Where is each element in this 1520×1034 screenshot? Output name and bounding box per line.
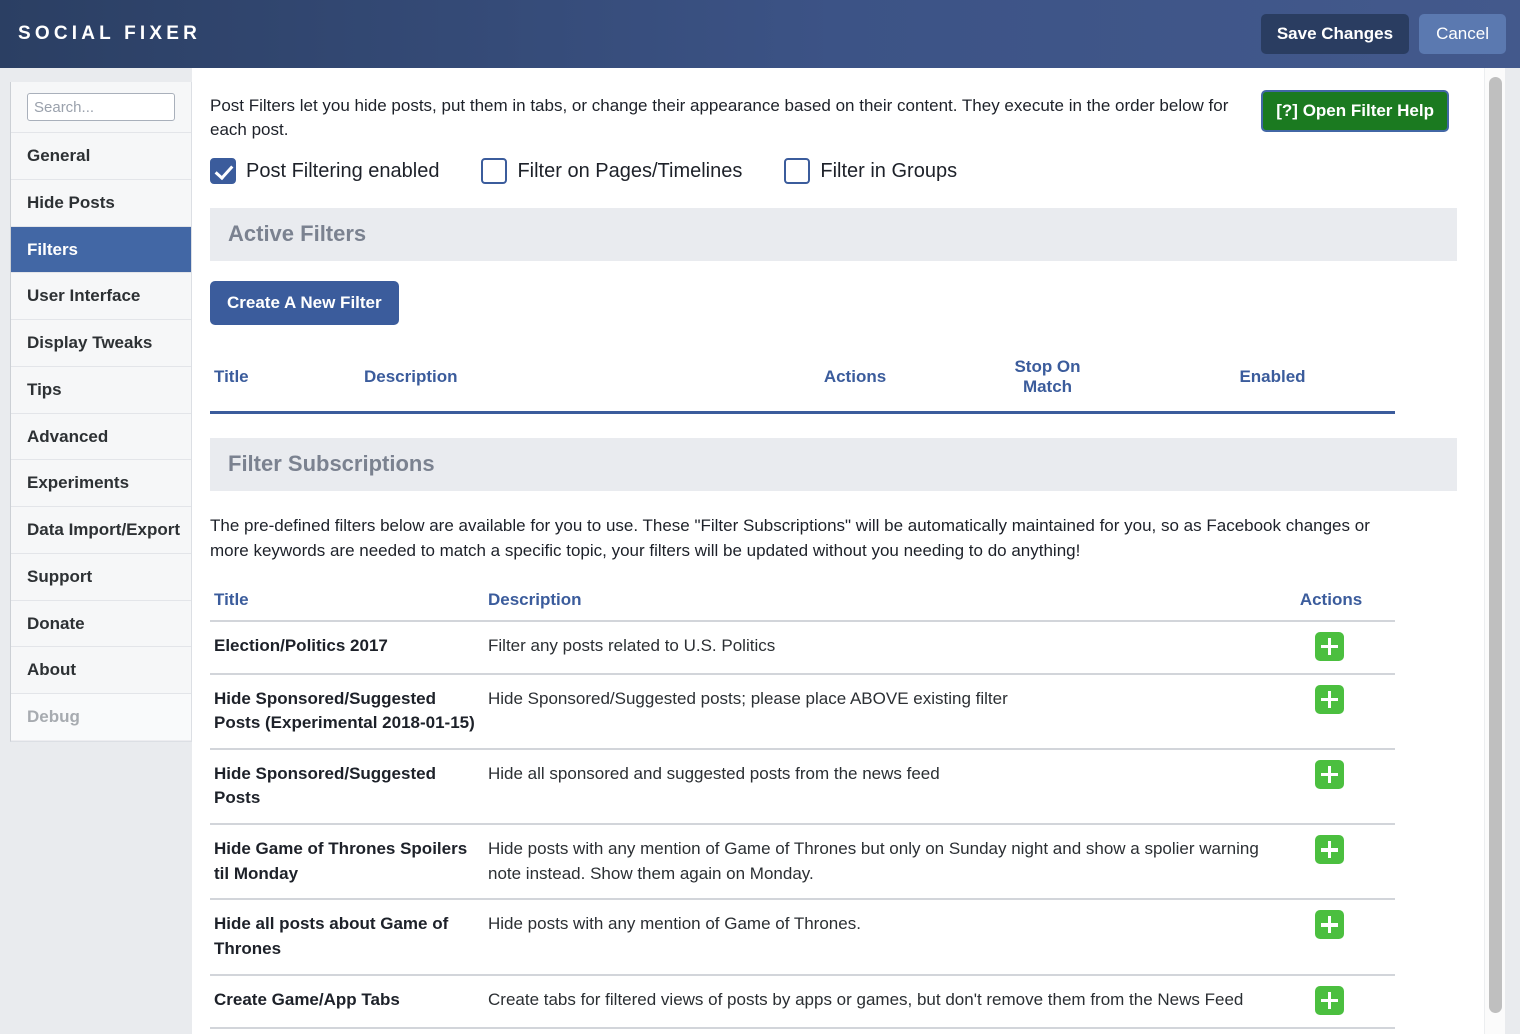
sidebar-item-experiments[interactable]: Experiments <box>11 460 191 507</box>
subscription-actions-cell <box>1267 899 1395 976</box>
subscription-title: Hide Sponsored/Suggested Posts (Experime… <box>210 673 484 750</box>
checkbox-label: Filter on Pages/Timelines <box>517 159 743 182</box>
subscription-description: Create tabs for filtered views of posts … <box>484 1027 1267 1034</box>
header-actions: Save Changes Cancel <box>1260 14 1506 54</box>
table-row: Election/Politics 2017 Filter any posts r… <box>210 620 1395 675</box>
subscription-actions-cell <box>1267 974 1395 1029</box>
col-stop-on-match[interactable]: Stop On Match <box>945 351 1150 415</box>
table-row: Hide all posts about Game of Thrones Hide… <box>210 899 1395 976</box>
subscription-description: Create tabs for filtered views of posts … <box>484 974 1267 1029</box>
add-filter-plus-icon[interactable] <box>1314 835 1344 865</box>
add-filter-plus-icon[interactable] <box>1314 910 1344 940</box>
subscription-description: Hide posts with any mention of Game of T… <box>484 824 1267 901</box>
subscription-title: Hide Sponsored/Suggested Posts <box>210 748 484 826</box>
checkbox-post-filtering-enabled[interactable]: Post Filtering enabled <box>210 158 440 185</box>
filter-subscriptions-table: Title Description Actions Election/Polit… <box>210 589 1395 1034</box>
checkbox-label: Post Filtering enabled <box>246 159 440 182</box>
add-filter-plus-icon[interactable] <box>1314 684 1344 714</box>
sidebar-item-about[interactable]: About <box>11 647 191 694</box>
open-filter-help-button[interactable]: [?] Open Filter Help <box>1261 90 1449 132</box>
col-actions[interactable]: Actions <box>765 351 945 415</box>
subscription-actions-cell <box>1267 748 1395 826</box>
col-title[interactable]: Title <box>210 351 360 415</box>
col-description[interactable]: Description <box>360 351 765 415</box>
table-row: Create Author TabsCreate tabs for filter… <box>210 1027 1395 1034</box>
sidebar-item-donate[interactable]: Donate <box>11 600 191 648</box>
subscriptions-header-row: Title Description Actions <box>210 589 1395 622</box>
active-filters-table: Title Description Actions Stop On Match E… <box>210 351 1395 415</box>
subscription-title: Election/Politics 2017 <box>210 620 484 675</box>
sidebar-item-support[interactable]: Support <box>11 553 191 601</box>
vertical-scrollbar[interactable] <box>1484 68 1505 1034</box>
main-content: Post Filters let you hide posts, put the… <box>192 68 1475 1034</box>
subscription-description: Hide Sponsored/Suggested posts; please p… <box>484 673 1267 750</box>
subscription-title: Hide all posts about Game of Thrones <box>210 899 484 976</box>
table-row: Hide Sponsored/Suggested Posts (Experime… <box>210 673 1395 750</box>
filter-subscriptions-heading: Filter Subscriptions <box>210 438 1457 492</box>
sidebar-item-advanced[interactable]: Advanced <box>11 413 191 461</box>
active-filters-header-row: Title Description Actions Stop On Match E… <box>210 351 1395 415</box>
checkbox-filter-on-pages-timelines[interactable]: Filter on Pages/Timelines <box>481 158 743 185</box>
checkbox-checked-icon[interactable] <box>210 158 236 185</box>
subs-col-title[interactable]: Title <box>210 589 484 622</box>
sidebar-item-list: General Hide Posts Filters User Interface Di… <box>11 133 191 741</box>
table-row: Hide Sponsored/Suggested Posts Hide all s… <box>210 748 1395 826</box>
table-row: Hide Game of Thrones Spoilers til Monday… <box>210 824 1395 901</box>
subscription-actions-cell <box>1267 824 1395 901</box>
subscription-actions-cell <box>1267 673 1395 750</box>
subscription-actions-cell <box>1267 620 1395 675</box>
filter-subscriptions-description: The pre-defined filters below are availa… <box>210 516 1370 561</box>
subscription-title: Create Game/App Tabs <box>210 974 484 1029</box>
subs-col-actions[interactable]: Actions <box>1267 589 1395 622</box>
cancel-button[interactable]: Cancel <box>1419 14 1506 54</box>
subscription-title: Hide Game of Thrones Spoilers til Monday <box>210 824 484 901</box>
filter-toggles-row: Post Filtering enabled Filter on Pages/Ti… <box>192 142 1475 185</box>
app-brand-title: SOCIAL FIXER <box>18 23 202 44</box>
create-new-filter-button[interactable]: Create A New Filter <box>210 281 399 326</box>
checkbox-filter-in-groups[interactable]: Filter in Groups <box>784 158 958 185</box>
sidebar-item-filters[interactable]: Filters <box>11 226 191 274</box>
sidebar-item-display-tweaks[interactable]: Display Tweaks <box>11 320 191 367</box>
subscriptions-body: Election/Politics 2017 Filter any posts r… <box>210 620 1395 1034</box>
search-input[interactable] <box>27 93 175 121</box>
intro-description: Post Filters let you hide posts, put the… <box>210 96 1229 140</box>
sidebar-search-cell <box>11 82 191 133</box>
checkbox-unchecked-icon[interactable] <box>784 158 811 185</box>
subscription-description: Hide posts with any mention of Game of T… <box>484 899 1267 976</box>
sidebar-item-hide-posts[interactable]: Hide Posts <box>11 179 191 227</box>
subscription-description: Hide all sponsored and suggested posts f… <box>484 748 1267 826</box>
checkbox-label: Filter in Groups <box>820 159 958 182</box>
page-body: GeneralHide PostsFiltersUser InterfaceDi… <box>0 68 1520 1034</box>
add-filter-plus-icon[interactable] <box>1314 759 1344 789</box>
col-stop-on-match-label: Stop On Match <box>1014 357 1081 397</box>
save-changes-button[interactable]: Save Changes <box>1260 14 1410 54</box>
table-row: Create Game/App Tabs Create tabs for filt… <box>210 974 1395 1029</box>
subscription-actions-cell <box>1267 1027 1395 1034</box>
sidebar-item-general[interactable]: General <box>11 133 191 180</box>
window-right-gutter <box>1505 68 1520 1034</box>
sidebar-item-data-import-export[interactable]: Data Import/Export <box>11 507 191 554</box>
add-filter-plus-icon[interactable] <box>1314 631 1344 661</box>
active-filters-heading: Active Filters <box>210 208 1457 262</box>
sidebar-item-user-interface[interactable]: User Interface <box>11 273 191 320</box>
scrollbar-thumb[interactable] <box>1489 77 1502 1013</box>
col-enabled[interactable]: Enabled <box>1150 351 1395 415</box>
sidebar-item-debug: Debug <box>11 694 191 741</box>
sidebar-nav: GeneralHide PostsFiltersUser InterfaceDi… <box>10 82 192 742</box>
subs-col-description[interactable]: Description <box>484 589 1267 622</box>
subscription-description: Filter any posts related to U.S. Politic… <box>484 620 1267 675</box>
intro-row: Post Filters let you hide posts, put the… <box>192 68 1475 142</box>
content-right-edge <box>1475 68 1484 1034</box>
add-filter-plus-icon[interactable] <box>1314 985 1344 1015</box>
sidebar-item-tips[interactable]: Tips <box>11 366 191 414</box>
subscription-title: Create Author Tabs <box>210 1027 484 1034</box>
app-header: SOCIAL FIXER Save Changes Cancel <box>0 0 1520 68</box>
checkbox-unchecked-icon[interactable] <box>481 158 508 185</box>
